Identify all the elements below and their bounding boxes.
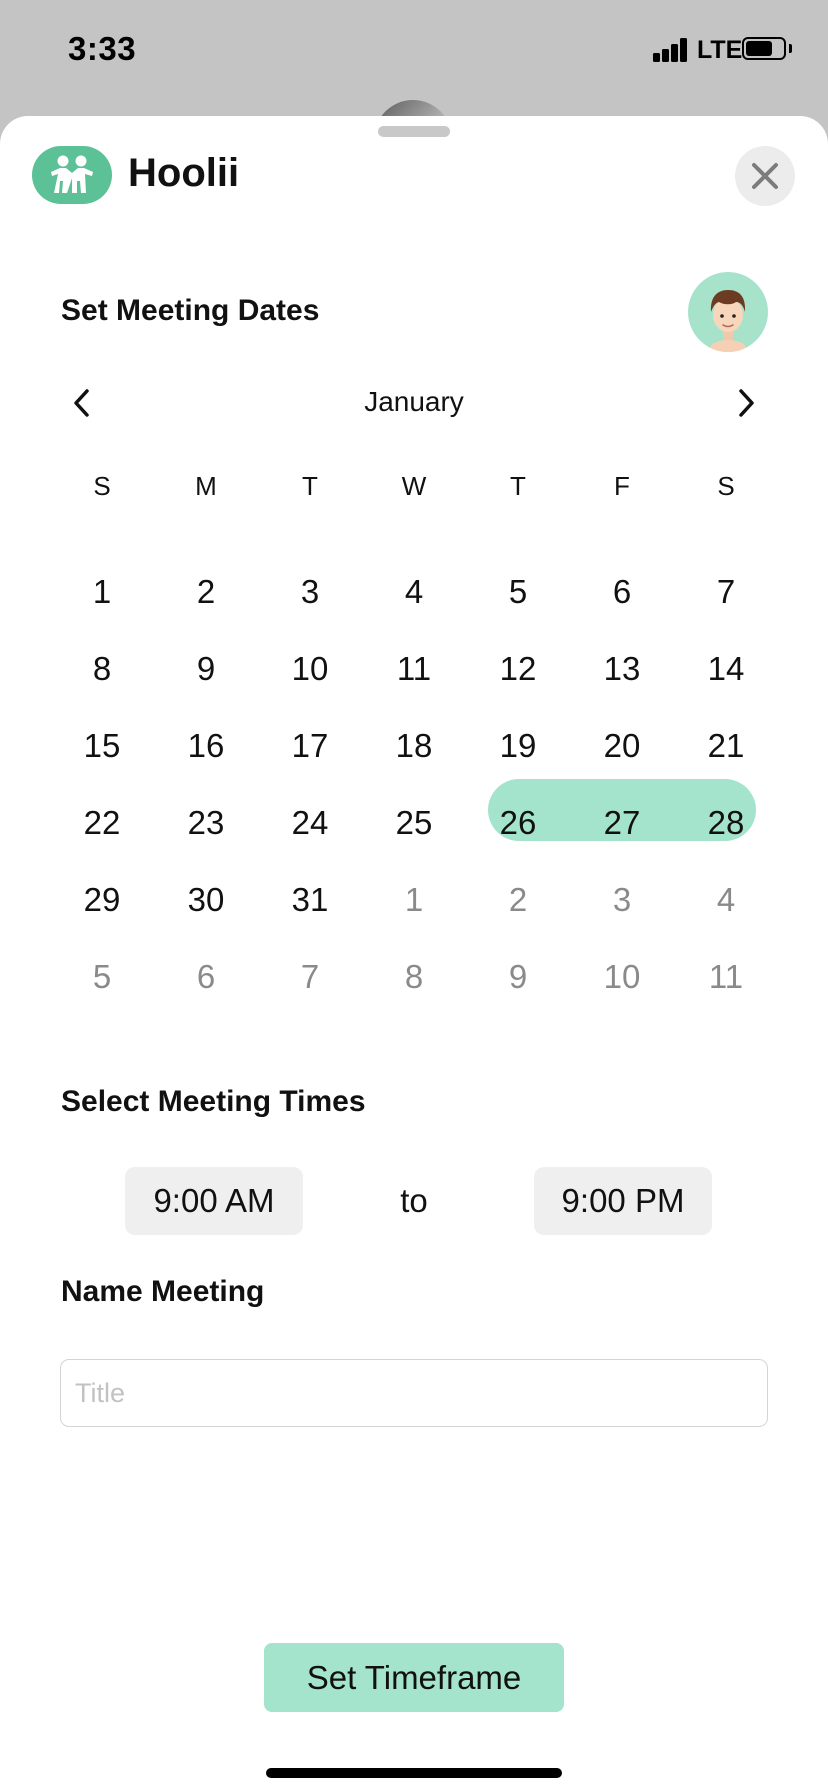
calendar-day[interactable]: 7: [258, 938, 362, 1015]
status-time: 3:33: [68, 30, 137, 67]
end-time-picker[interactable]: 9:00 PM: [534, 1167, 712, 1235]
calendar-day[interactable]: 9: [154, 630, 258, 707]
calendar-day[interactable]: 8: [50, 630, 154, 707]
calendar-day[interactable]: 13: [570, 630, 674, 707]
calendar-day[interactable]: 7: [674, 553, 778, 630]
times-section-title: Select Meeting Times: [61, 1085, 366, 1118]
calendar-day[interactable]: 11: [362, 630, 466, 707]
dates-section-title: Set Meeting Dates: [61, 294, 320, 327]
time-separator: to: [400, 1182, 428, 1219]
battery-level: [746, 41, 772, 56]
calendar-day[interactable]: 22: [50, 784, 154, 861]
friends-logo-icon: [32, 146, 112, 204]
meeting-sheet: Hoolii Set Meeting Dates January S M T W T F S…: [0, 116, 828, 1792]
chevron-right-icon: [739, 389, 754, 417]
calendar-day[interactable]: 21: [674, 707, 778, 784]
cellular-signal-icon: [653, 38, 689, 62]
calendar-day-selected[interactable]: 26: [466, 784, 570, 861]
meeting-title-input[interactable]: [60, 1359, 768, 1427]
calendar-day[interactable]: 12: [466, 630, 570, 707]
set-timeframe-button[interactable]: Set Timeframe: [264, 1643, 564, 1712]
calendar-day[interactable]: 25: [362, 784, 466, 861]
calendar-days-grid: 1 2 3 4 5 6 7 8 9 10 11 12 13 14 15 16 17 18 19 20 21 22 23 24 2…: [50, 553, 778, 1015]
calendar-day-selected[interactable]: 28: [674, 784, 778, 861]
calendar-day[interactable]: 14: [674, 630, 778, 707]
calendar-day[interactable]: 15: [50, 707, 154, 784]
calendar-day[interactable]: 10: [570, 938, 674, 1015]
month-label: January: [364, 386, 464, 417]
battery-tip: [789, 44, 792, 53]
battery-icon: [742, 37, 786, 60]
calendar-day[interactable]: 18: [362, 707, 466, 784]
status-bar: 3:33 LTE: [0, 0, 828, 100]
calendar-day[interactable]: 24: [258, 784, 362, 861]
calendar-day[interactable]: 30: [154, 861, 258, 938]
calendar-day[interactable]: 2: [154, 553, 258, 630]
calendar-day[interactable]: 6: [154, 938, 258, 1015]
calendar-day[interactable]: 4: [362, 553, 466, 630]
sheet-grabber[interactable]: [378, 126, 450, 137]
previous-month-button[interactable]: [62, 381, 102, 425]
calendar-day[interactable]: 5: [50, 938, 154, 1015]
weekday-label: F: [614, 471, 630, 501]
calendar-day[interactable]: 3: [570, 861, 674, 938]
calendar-day[interactable]: 20: [570, 707, 674, 784]
weekday-label: T: [510, 471, 526, 501]
weekday-label: S: [93, 471, 111, 501]
close-button[interactable]: [735, 146, 795, 206]
start-time-picker[interactable]: 9:00 AM: [125, 1167, 303, 1235]
weekday-header: SMTWTFS: [50, 471, 778, 511]
calendar-day[interactable]: 10: [258, 630, 362, 707]
weekday-label: T: [302, 471, 318, 501]
calendar-day[interactable]: 1: [50, 553, 154, 630]
calendar-day[interactable]: 17: [258, 707, 362, 784]
home-indicator: [266, 1768, 562, 1778]
app-title: Hoolii: [128, 151, 240, 195]
user-avatar-icon[interactable]: [688, 272, 768, 352]
calendar-day[interactable]: 23: [154, 784, 258, 861]
weekday-label: M: [195, 471, 217, 501]
calendar-day[interactable]: 19: [466, 707, 570, 784]
calendar-day[interactable]: 2: [466, 861, 570, 938]
chevron-left-icon: [74, 389, 89, 417]
calendar-day[interactable]: 9: [466, 938, 570, 1015]
calendar-day[interactable]: 31: [258, 861, 362, 938]
close-icon: [752, 163, 778, 189]
next-month-button[interactable]: [726, 381, 766, 425]
calendar-day[interactable]: 5: [466, 553, 570, 630]
calendar-day[interactable]: 4: [674, 861, 778, 938]
calendar-day[interactable]: 6: [570, 553, 674, 630]
weekday-label: S: [717, 471, 735, 501]
weekday-label: W: [401, 471, 427, 501]
network-type: LTE: [697, 36, 743, 64]
name-section-title: Name Meeting: [61, 1275, 265, 1308]
calendar-day[interactable]: 1: [362, 861, 466, 938]
calendar-day[interactable]: 11: [674, 938, 778, 1015]
calendar-day-selected[interactable]: 27: [570, 784, 674, 861]
calendar-day[interactable]: 29: [50, 861, 154, 938]
calendar-day[interactable]: 3: [258, 553, 362, 630]
calendar-day[interactable]: 8: [362, 938, 466, 1015]
calendar-day[interactable]: 16: [154, 707, 258, 784]
